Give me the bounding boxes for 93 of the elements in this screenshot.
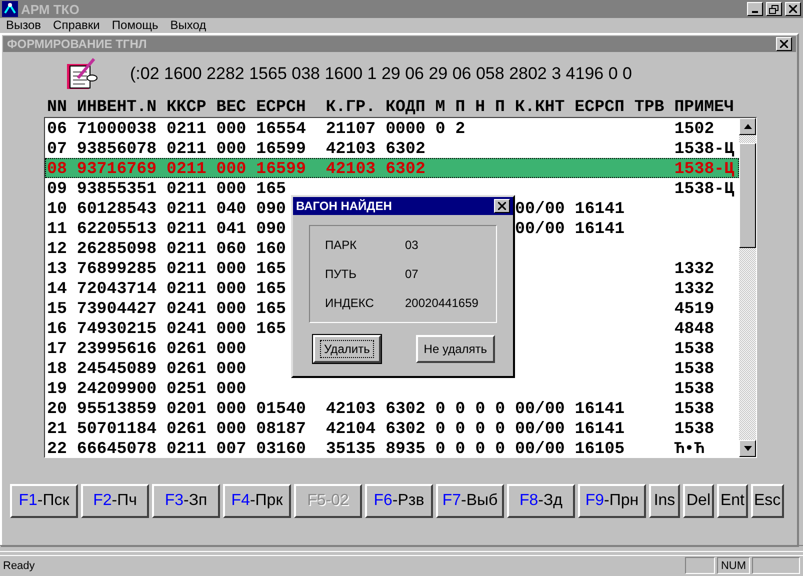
app-title: АРМ ТКО (21, 2, 80, 16)
menu-item[interactable]: Вызов (6, 18, 42, 33)
note-cell: 1538-Ц (674, 138, 734, 158)
column-header: П (495, 96, 506, 116)
function-key[interactable]: F7-Выб (436, 484, 504, 518)
restore-icon (769, 4, 779, 14)
field-value: 07 (405, 266, 418, 281)
dialog-title: ВАГОН НАЙДЕН (296, 199, 393, 213)
row-text[interactable]: 18 24545089 0261 000 (47, 358, 246, 378)
function-key[interactable]: Esc (751, 484, 784, 518)
column-header: ЕСРСП (574, 96, 626, 116)
note-cell: 1332 (674, 258, 714, 278)
menu-item[interactable]: Выход (170, 18, 206, 33)
row-text[interactable]: 17 23995616 0261 000 (47, 338, 246, 358)
row-text[interactable]: 13 76899285 0211 000 165 (47, 258, 286, 278)
function-key[interactable]: F2-Пч (81, 484, 149, 518)
close-icon (498, 202, 506, 210)
field-value: 03 (405, 238, 418, 252)
function-key[interactable]: F9-Прн (578, 484, 646, 518)
status-pane: NUM (716, 557, 750, 574)
function-key[interactable]: Ins (649, 484, 680, 518)
note-cell: 4519 (674, 298, 714, 318)
row-text[interactable]: 11 62205513 0211 041 090 (47, 218, 286, 238)
column-header: М (435, 96, 446, 116)
column-header: К.ГР. (326, 96, 377, 116)
function-key[interactable]: Del (683, 484, 714, 518)
note-cell: 4848 (674, 318, 714, 338)
row-text[interactable]: 16 74930215 0241 000 165 (47, 318, 286, 338)
row-text[interactable]: 21 50701184 0261 000 08187 42104 6302 0 0 0 0 00/00 16141 (47, 418, 625, 438)
close-icon (780, 40, 788, 48)
note-cell: Ћ•Ћ (674, 438, 704, 457)
column-header: ПРИМЕЧ (674, 96, 735, 116)
app-icon (2, 1, 18, 17)
row-text[interactable]: 09 93855351 0211 000 165 (47, 178, 286, 198)
scroll-down-icon[interactable] (744, 446, 752, 451)
close-button[interactable] (785, 2, 801, 16)
field-value: 20020441659 (405, 296, 478, 310)
row-text[interactable]: 20 95513859 0201 000 01540 42103 6302 0 0 0 0 00/00 16141 (47, 398, 625, 418)
scrollbar[interactable] (739, 118, 756, 457)
window-title: ФОРМИРОВАНИЕ ТГНЛ (7, 37, 147, 51)
row-text[interactable]: 22 66645078 0211 007 03160 35135 8935 0 0 0 0 00/00 16105 (47, 438, 625, 457)
row-text[interactable]: 07 93856078 0211 000 16599 42103 6302 (47, 138, 426, 158)
close-icon (789, 5, 797, 13)
column-header: ВЕС (216, 96, 248, 116)
function-key[interactable]: F6-Рзв (365, 484, 433, 518)
status-text: Ready (3, 560, 36, 572)
notebook-icon (64, 56, 100, 92)
column-header: К.КНТ (514, 96, 566, 116)
note-cell: 1538 (674, 358, 714, 378)
status-pane (752, 557, 800, 574)
column-header: КОДП (386, 96, 426, 116)
row-text: 00/00 16141 (515, 218, 625, 238)
dialog-button[interactable]: Удалить (313, 335, 381, 363)
close-button[interactable] (776, 37, 792, 51)
note-cell: 1538 (674, 398, 714, 418)
function-key[interactable]: F8-Зд (507, 484, 575, 518)
row-text[interactable]: 15 73904427 0241 000 165 (47, 298, 286, 318)
note-cell: 1502 (674, 118, 714, 138)
function-key[interactable]: F4-Прк (223, 484, 291, 518)
note-cell: 1538 (674, 418, 714, 438)
note-cell: 1538 (674, 338, 714, 358)
scroll-up-icon[interactable] (744, 124, 752, 129)
note-cell: 1538 (674, 378, 714, 398)
column-header: ЕСРСН (256, 96, 307, 116)
column-header: ККСР (166, 96, 208, 116)
note-cell: 1332 (674, 278, 714, 298)
field-label: ПУТЬ (325, 266, 358, 281)
note-cell: 1538-Ц (674, 158, 734, 178)
close-button[interactable] (494, 199, 510, 213)
function-key[interactable]: F1-Пск (10, 484, 78, 518)
field-label: ПАРК (325, 238, 358, 252)
note-cell: 1538-Ц (674, 178, 734, 198)
column-header: Н (475, 96, 486, 116)
minimize-button[interactable] (747, 2, 763, 16)
status-pane (684, 557, 715, 574)
column-header: П (455, 96, 466, 116)
menu-item[interactable]: Помощь (112, 18, 158, 33)
column-header: ИНВЕНТ.N (76, 96, 158, 116)
restore-button[interactable] (766, 2, 782, 16)
column-header: ТРВ (634, 96, 666, 116)
row-text[interactable]: 06 71000038 0211 000 16554 21107 0000 0 2 (47, 118, 466, 138)
menu-item[interactable]: Справки (53, 18, 100, 33)
row-text[interactable]: 12 26285098 0211 060 160 (47, 238, 286, 258)
row-text[interactable]: 14 72043714 0211 000 165 (47, 278, 286, 298)
dialog-button[interactable]: Не удалять (416, 335, 495, 363)
row-text: 00/00 16141 (515, 198, 625, 218)
column-header: NN (47, 96, 68, 116)
field-label: ИНДЕКС (325, 296, 375, 310)
function-key[interactable]: Ent (717, 484, 748, 518)
function-key[interactable]: F3-Зп (152, 484, 220, 518)
code-line: (:02 1600 2282 1565 038 1600 1 29 06 29 06 058 2802 3 4196 0 0 (130, 64, 632, 84)
row-text[interactable]: 10 60128543 0211 040 090 (47, 198, 286, 218)
row-text[interactable]: 19 24209900 0251 000 (47, 378, 246, 398)
